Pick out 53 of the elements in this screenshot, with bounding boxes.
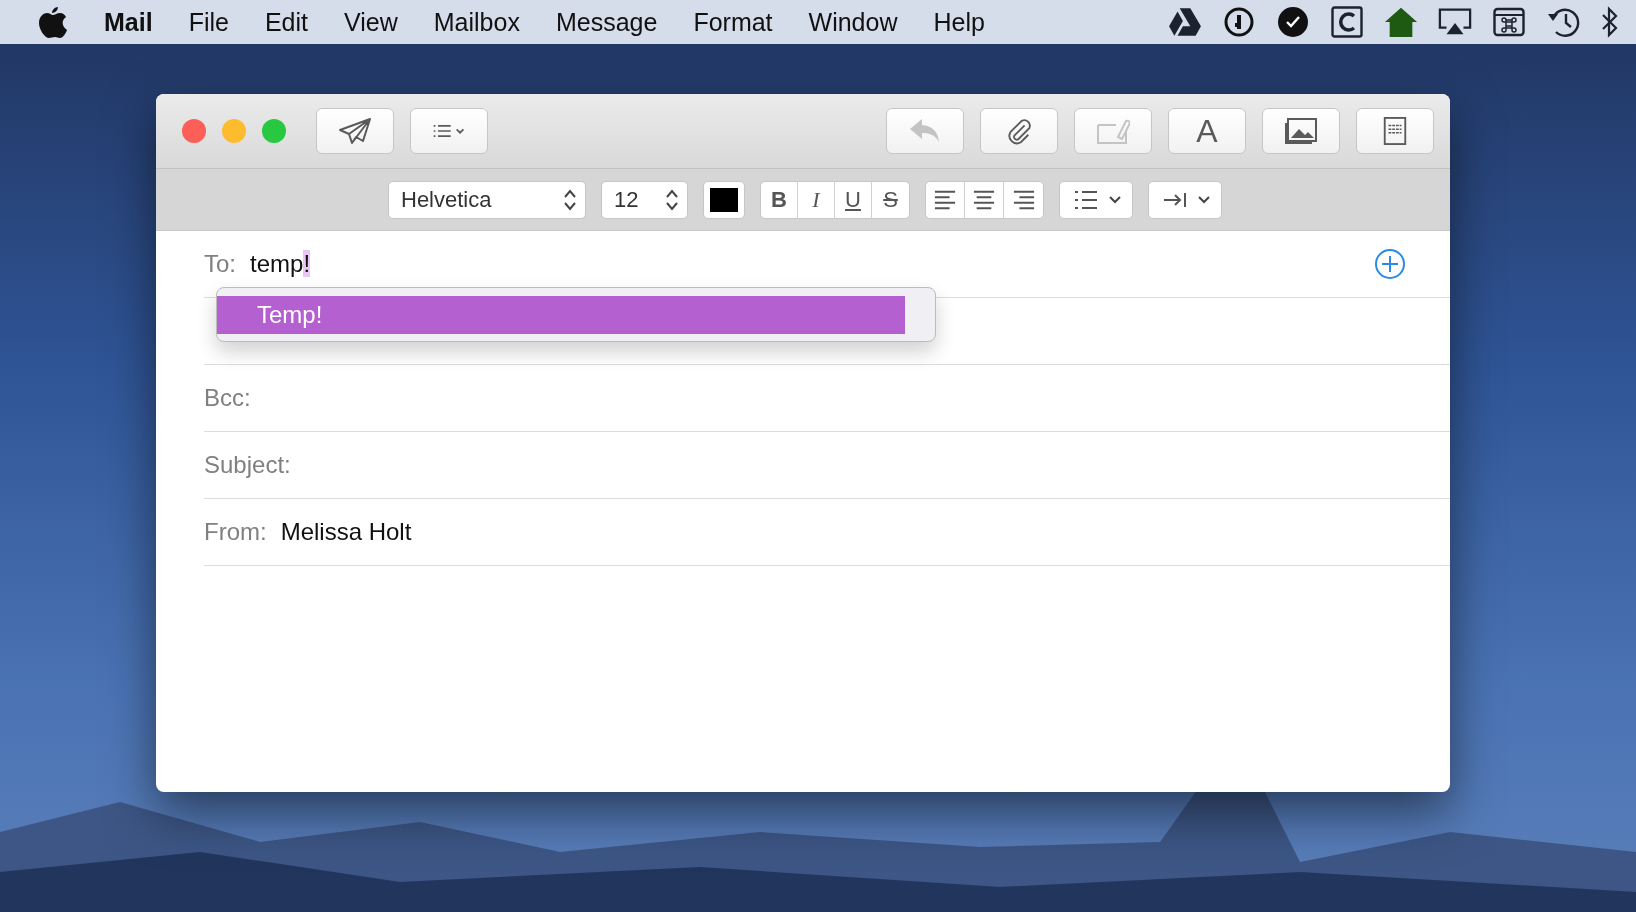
chevron-down-icon xyxy=(1108,194,1122,205)
field-label: To: xyxy=(204,250,236,278)
color-swatch xyxy=(710,187,738,212)
bold-button[interactable]: B xyxy=(761,181,798,218)
house-icon[interactable] xyxy=(1384,6,1418,38)
bullet-list-icon xyxy=(1074,188,1098,211)
list-popup[interactable] xyxy=(1059,180,1133,219)
checkmark-icon[interactable] xyxy=(1276,6,1310,38)
fonts-button[interactable]: A xyxy=(1168,108,1246,154)
apple-logo-icon[interactable] xyxy=(38,5,68,39)
menu-item[interactable]: Format xyxy=(693,7,773,37)
up-down-chevron-icon xyxy=(563,187,577,212)
menu-item[interactable]: Window xyxy=(808,7,898,37)
clock-history-icon[interactable] xyxy=(1546,6,1580,38)
up-down-chevron-icon xyxy=(665,187,679,212)
align-center-icon xyxy=(972,188,996,211)
menu-item[interactable]: View xyxy=(344,7,398,37)
field-label: From: xyxy=(204,518,267,546)
pen-on-page-icon xyxy=(1096,117,1130,145)
app-menu[interactable]: Mail xyxy=(104,7,153,37)
menu-item[interactable]: Mailbox xyxy=(433,7,520,37)
suggestion-item[interactable]: Temp! xyxy=(217,296,905,334)
strike-button[interactable]: S xyxy=(872,181,909,218)
add-contact-icon[interactable] xyxy=(1374,248,1406,280)
attach-button[interactable] xyxy=(980,108,1058,154)
underline-button[interactable]: U xyxy=(835,181,872,218)
align-left-icon xyxy=(933,188,957,211)
chevron-down-icon xyxy=(1197,194,1211,205)
paper-plane-icon xyxy=(338,117,372,145)
sender-value[interactable]: Melissa Holt xyxy=(280,518,412,546)
menu-item[interactable]: Edit xyxy=(264,7,308,37)
send-button[interactable] xyxy=(316,108,394,154)
letter-c-icon[interactable] xyxy=(1330,6,1364,38)
align-right-icon xyxy=(1011,188,1036,211)
color-well[interactable] xyxy=(703,180,745,219)
photo-frame-icon xyxy=(1284,117,1318,145)
menu-item[interactable]: Help xyxy=(933,7,985,37)
menu-item[interactable]: Message xyxy=(555,7,658,37)
recipient-input[interactable]: temp! xyxy=(250,250,311,278)
field-label: Subject: xyxy=(204,451,291,479)
keyboard-window-icon[interactable] xyxy=(1492,6,1526,38)
field-label: Bcc: xyxy=(204,384,251,412)
triangle-logo-icon[interactable] xyxy=(1168,6,1202,38)
size-popup[interactable]: 12 xyxy=(601,180,688,219)
font-popup[interactable]: Helvetica xyxy=(388,180,586,219)
photos-button[interactable] xyxy=(1262,108,1340,154)
stationery-button[interactable] xyxy=(1356,108,1434,154)
italic-button[interactable]: I xyxy=(798,181,835,218)
headers-button[interactable] xyxy=(410,108,488,154)
menu-item[interactable]: File xyxy=(188,7,229,37)
bluetooth-icon[interactable] xyxy=(1600,6,1620,38)
keyhole-icon[interactable] xyxy=(1222,6,1256,38)
indent-popup[interactable] xyxy=(1148,180,1222,219)
